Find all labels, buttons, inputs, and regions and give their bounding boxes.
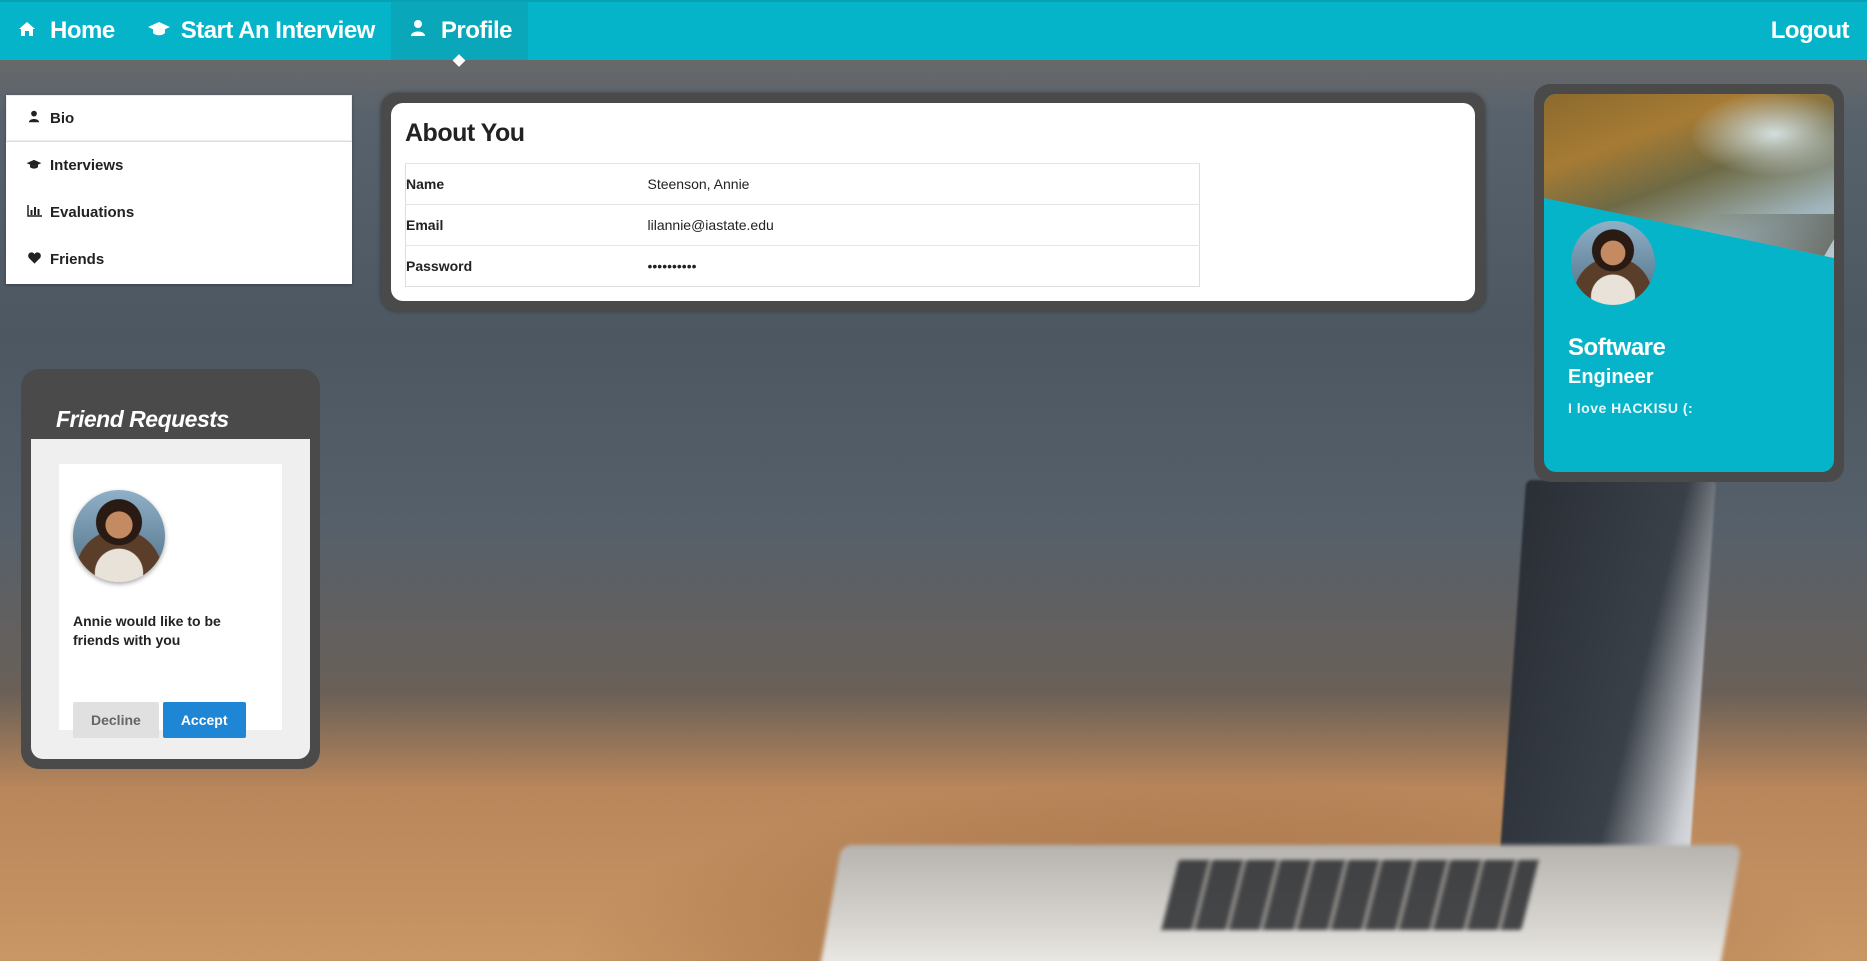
home-icon bbox=[16, 20, 38, 43]
user-icon bbox=[407, 19, 429, 43]
about-you-title: About You bbox=[405, 119, 525, 147]
cover-road-shape bbox=[1679, 214, 1834, 258]
table-row: Password •••••••••• bbox=[405, 245, 1200, 287]
email-value: lilannie@iastate.edu bbox=[647, 204, 1200, 246]
sidebar-item-label: Bio bbox=[50, 109, 75, 127]
sidebar-item-label: Interviews bbox=[50, 157, 124, 174]
graduation-cap-icon bbox=[26, 158, 42, 173]
nav-start-interview[interactable]: Start An Interview bbox=[131, 2, 391, 60]
password-label: Password bbox=[405, 245, 648, 287]
name-value: Steenson, Annie bbox=[647, 163, 1200, 205]
about-you-table: Name Steenson, Annie Email lilannie@iast… bbox=[405, 163, 1200, 287]
nav-home-label: Home bbox=[50, 17, 115, 44]
nav-profile[interactable]: Profile bbox=[390, 2, 529, 60]
background-laptop-keyboard bbox=[1161, 860, 1539, 930]
profile-card-content: Software Engineer I love HACKISU (: bbox=[1544, 94, 1834, 472]
accept-button[interactable]: Accept bbox=[162, 702, 246, 738]
sidebar-item-bio[interactable]: Bio bbox=[6, 95, 352, 142]
password-value: •••••••••• bbox=[647, 245, 1200, 287]
sidebar-item-evaluations[interactable]: Evaluations bbox=[6, 189, 352, 236]
profile-title-line2: Engineer bbox=[1568, 366, 1654, 388]
friend-requests-panel: Friend Requests Annie would like to be f… bbox=[21, 369, 320, 769]
table-row: Email lilannie@iastate.edu bbox=[405, 204, 1200, 246]
graduation-cap-icon bbox=[147, 20, 170, 43]
about-you-content: About You Name Steenson, Annie Email lil… bbox=[391, 103, 1475, 301]
profile-title-line1: Software bbox=[1568, 334, 1666, 361]
friend-requests-list: Annie would like to be friends with you … bbox=[31, 439, 310, 759]
bar-chart-icon bbox=[26, 205, 42, 220]
friend-requests-title: Friend Requests bbox=[56, 406, 229, 432]
friend-request-message: Annie would like to be friends with you bbox=[73, 613, 221, 648]
nav-home[interactable]: Home bbox=[0, 2, 131, 60]
top-navbar: Home Start An Interview Profile Logout bbox=[0, 0, 1867, 60]
heart-icon bbox=[26, 252, 42, 267]
nav-profile-label: Profile bbox=[440, 17, 513, 44]
friend-request-card: Annie would like to be friends with you … bbox=[59, 464, 282, 738]
profile-side-menu: Bio Interviews Evaluations Friends bbox=[6, 95, 352, 284]
table-row: Name Steenson, Annie bbox=[405, 163, 1200, 205]
avatar bbox=[73, 490, 165, 582]
nav-start-interview-label: Start An Interview bbox=[180, 17, 376, 44]
logout-button[interactable]: Logout bbox=[1755, 2, 1867, 60]
decline-button[interactable]: Decline bbox=[73, 702, 159, 738]
name-label: Name bbox=[405, 163, 648, 205]
sidebar-item-interviews[interactable]: Interviews bbox=[6, 142, 352, 189]
email-label: Email bbox=[405, 204, 648, 246]
sidebar-item-label: Evaluations bbox=[50, 204, 135, 221]
friend-request-actions: Decline Accept bbox=[73, 702, 246, 738]
profile-bio: I love HACKISU (: bbox=[1568, 400, 1694, 416]
avatar bbox=[1568, 218, 1658, 308]
sidebar-item-friends[interactable]: Friends bbox=[6, 236, 352, 283]
profile-card: Software Engineer I love HACKISU (: bbox=[1534, 84, 1844, 482]
sidebar-item-label: Friends bbox=[50, 251, 105, 268]
user-icon bbox=[26, 110, 42, 126]
about-you-panel: About You Name Steenson, Annie Email lil… bbox=[381, 93, 1485, 311]
